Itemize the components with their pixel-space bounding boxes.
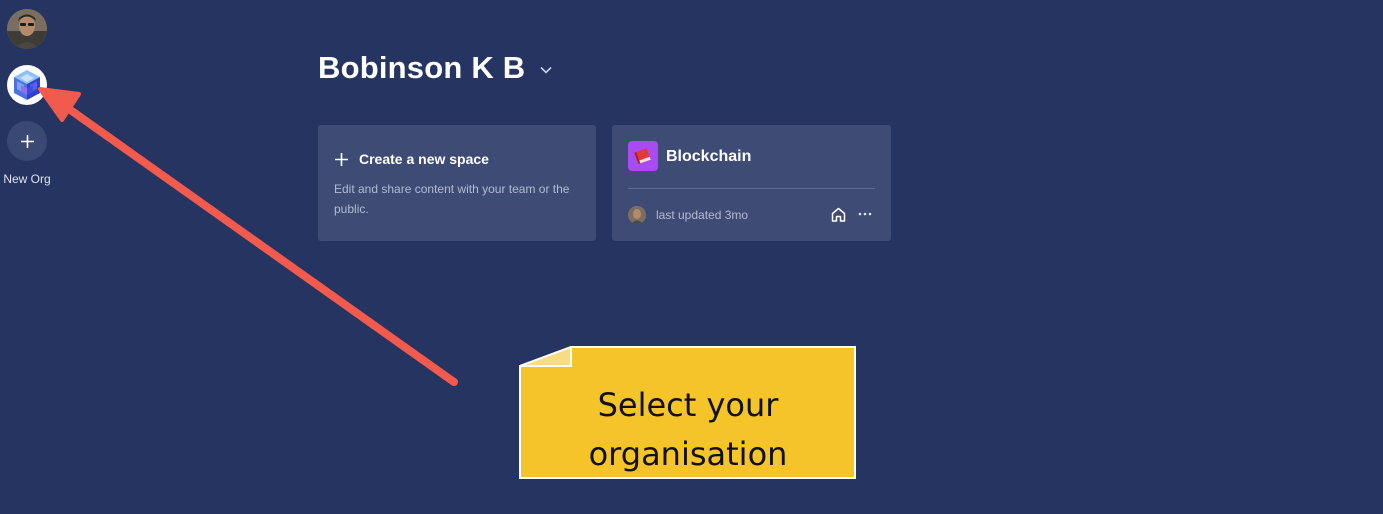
annotation-text: Select your organisation [588, 386, 788, 473]
annotation-note: Select your organisation [519, 346, 857, 479]
app-root: New Org Bobinson K B Create a new space … [0, 0, 1383, 514]
